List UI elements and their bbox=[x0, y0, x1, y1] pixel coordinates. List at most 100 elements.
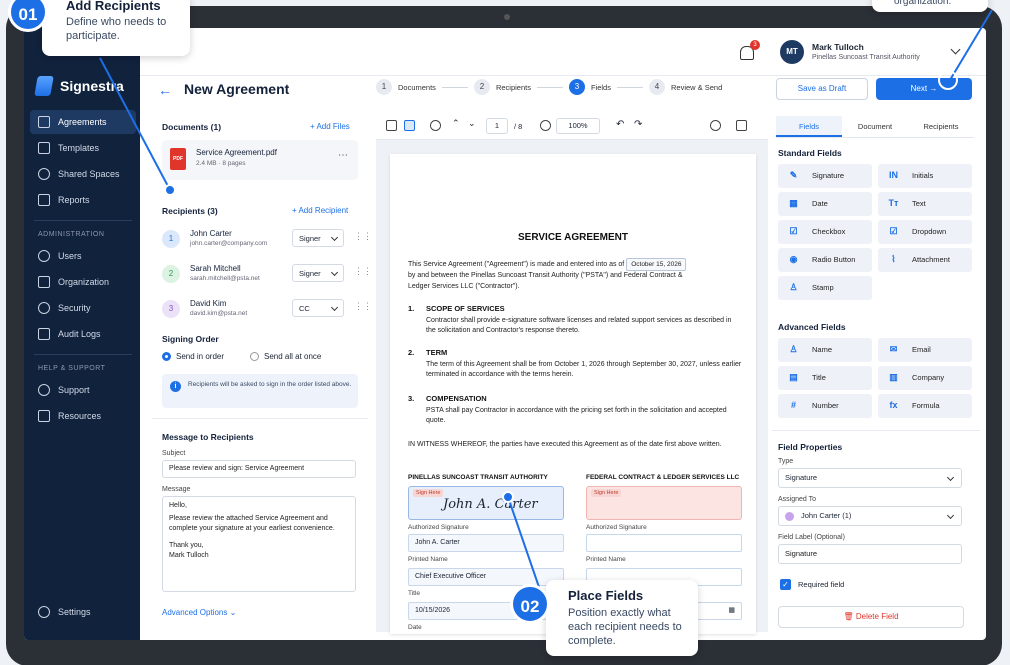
undo-icon[interactable]: ↶ bbox=[616, 119, 624, 130]
subject-input[interactable]: Please review and sign: Service Agreemen… bbox=[162, 460, 356, 478]
signature-field-placed[interactable]: Sign Here John A. Carter bbox=[408, 486, 564, 520]
drag-handle-icon[interactable]: ⋮⋮ bbox=[354, 266, 372, 277]
stepper: 1 Documents 2 Recipients 3 Fields 4 Review &… bbox=[376, 79, 722, 95]
building-icon: ▥ bbox=[889, 372, 898, 382]
tab-fields[interactable]: Fields bbox=[776, 116, 842, 137]
add-recipient-link[interactable]: + Add Recipient bbox=[292, 206, 348, 215]
sign-here-tag: Sign Here bbox=[591, 489, 622, 497]
step-fields[interactable]: 3 Fields bbox=[568, 79, 611, 95]
avatar[interactable]: MT bbox=[780, 40, 804, 64]
rotate-icon[interactable] bbox=[710, 120, 721, 131]
page-total: / 8 bbox=[514, 122, 523, 131]
recipient-role-select[interactable]: Signer bbox=[292, 264, 344, 282]
zoom-in-icon[interactable] bbox=[540, 120, 551, 131]
send-all-radio[interactable]: Send all at once bbox=[250, 352, 321, 362]
advanced-fields-title: Advanced Fields bbox=[778, 322, 846, 332]
sidebar-item-settings[interactable]: Settings bbox=[30, 600, 136, 624]
back-arrow-icon[interactable]: ← bbox=[158, 82, 172, 98]
party-2: FEDERAL CONTRACT & LEDGER SERVICES LLC bbox=[586, 474, 740, 481]
type-select[interactable]: Signature bbox=[778, 468, 962, 488]
send-in-order-radio[interactable]: Send in order bbox=[162, 352, 224, 362]
next-page-icon[interactable]: ⌄ bbox=[468, 118, 476, 129]
sidebar-item-security[interactable]: Security bbox=[30, 296, 136, 320]
pen-icon: ✎ bbox=[789, 170, 798, 180]
email-icon: ✉ bbox=[889, 344, 898, 354]
field-text[interactable]: Tт Text bbox=[878, 192, 972, 216]
drag-handle-icon[interactable]: ⋮⋮ bbox=[354, 231, 372, 242]
printed-name-field[interactable]: John A. Carter bbox=[408, 534, 564, 552]
field-title[interactable]: ▤ Title bbox=[778, 366, 872, 390]
field-formula[interactable]: fx Formula bbox=[878, 394, 972, 418]
assigned-select[interactable]: John Carter (1) bbox=[778, 506, 962, 526]
sidebar-item-shared-spaces[interactable]: Shared Spaces bbox=[30, 162, 136, 186]
sign-here-tag: Sign Here bbox=[413, 489, 444, 497]
standard-fields-title: Standard Fields bbox=[778, 148, 842, 158]
add-files-link[interactable]: + Add Files bbox=[310, 122, 350, 131]
section-number: 2. bbox=[408, 348, 415, 357]
field-dropdown[interactable]: ☑ Dropdown bbox=[878, 220, 972, 244]
message-textarea[interactable]: Hello, Please review the attached Servic… bbox=[162, 496, 356, 592]
chevron-down-icon[interactable] bbox=[950, 44, 961, 55]
field-radio-button[interactable]: ◉ Radio Button bbox=[778, 248, 872, 272]
page-view-icon[interactable] bbox=[386, 120, 397, 131]
divider bbox=[34, 354, 132, 355]
sidebar-item-agreements[interactable]: Agreements bbox=[30, 110, 136, 134]
field-stamp[interactable]: ♙ Stamp bbox=[778, 276, 872, 300]
field-date[interactable]: ▦ Date bbox=[778, 192, 872, 216]
subject-label: Subject bbox=[162, 450, 186, 457]
field-signature[interactable]: ✎ Signature bbox=[778, 164, 872, 188]
signing-order-title: Signing Order bbox=[162, 334, 219, 344]
printed-name-field[interactable] bbox=[586, 534, 742, 552]
document-card[interactable]: PDF Service Agreement.pdf 2.4 MB · 8 pag… bbox=[162, 140, 358, 180]
prev-page-icon[interactable]: ⌃ bbox=[452, 118, 460, 129]
recipient-role-select[interactable]: Signer bbox=[292, 229, 344, 247]
divider bbox=[772, 430, 980, 431]
camera-dot bbox=[504, 14, 510, 20]
sidebar-item-audit-logs[interactable]: Audit Logs bbox=[30, 322, 136, 346]
admin-heading: ADMINISTRATION bbox=[38, 231, 105, 238]
thumbnail-icon[interactable] bbox=[404, 120, 415, 131]
field-company[interactable]: ▥ Company bbox=[878, 366, 972, 390]
field-name[interactable]: ♙ Name bbox=[778, 338, 872, 362]
book-icon bbox=[38, 410, 50, 422]
field-initials[interactable]: IN Initials bbox=[878, 164, 972, 188]
sidebar-item-resources[interactable]: Resources bbox=[30, 404, 136, 428]
page-input[interactable]: 1 bbox=[486, 118, 508, 134]
advanced-options-link[interactable]: Advanced Options ⌄ bbox=[162, 608, 236, 617]
radio-icon: ◉ bbox=[789, 254, 798, 264]
signature-field-empty[interactable]: Sign Here bbox=[586, 486, 742, 520]
brand-name: Signestra bbox=[60, 78, 124, 94]
required-checkbox[interactable]: ✓ bbox=[780, 579, 791, 590]
search-icon[interactable] bbox=[430, 120, 441, 131]
save-draft-button[interactable]: Save as Draft bbox=[776, 78, 868, 100]
field-label-input[interactable]: Signature bbox=[778, 544, 962, 564]
field-number[interactable]: # Number bbox=[778, 394, 872, 418]
callout-text: organization. bbox=[894, 0, 952, 7]
recipient-role-select[interactable]: CC bbox=[292, 299, 344, 317]
step-documents[interactable]: 1 Documents bbox=[376, 79, 436, 95]
sidebar-item-support[interactable]: Support bbox=[30, 378, 136, 402]
sidebar-item-organization[interactable]: Organization bbox=[30, 270, 136, 294]
sidebar-item-templates[interactable]: Templates bbox=[30, 136, 136, 160]
main-nav: Agreements Templates Shared Spaces Repor… bbox=[30, 110, 136, 430]
more-icon[interactable]: ⋯ bbox=[338, 150, 348, 161]
section-heading: SCOPE OF SERVICES bbox=[426, 304, 505, 313]
redo-icon[interactable]: ↷ bbox=[634, 119, 642, 130]
fullscreen-icon[interactable] bbox=[736, 120, 747, 131]
delete-field-button[interactable]: 🗑 Delete Field bbox=[778, 606, 964, 628]
section-text: Contractor shall provide e-signature sof… bbox=[426, 317, 732, 335]
recipient-email: david.kim@psta.net bbox=[190, 310, 248, 317]
sidebar-item-reports[interactable]: Reports bbox=[30, 188, 136, 212]
field-checkbox[interactable]: ☑ Checkbox bbox=[778, 220, 872, 244]
title-field[interactable]: Chief Executive Officer bbox=[408, 568, 564, 586]
sidebar-item-users[interactable]: Users bbox=[30, 244, 136, 268]
zoom-select[interactable]: 100% bbox=[556, 118, 600, 134]
tab-recipients[interactable]: Recipients bbox=[908, 116, 974, 137]
field-attachment[interactable]: ⌇ Attachment bbox=[878, 248, 972, 272]
date-field[interactable]: October 15, 2026 bbox=[626, 258, 687, 272]
step-recipients[interactable]: 2 Recipients bbox=[473, 79, 531, 95]
drag-handle-icon[interactable]: ⋮⋮ bbox=[354, 301, 372, 312]
field-email[interactable]: ✉ Email bbox=[878, 338, 972, 362]
tab-document[interactable]: Document bbox=[842, 116, 908, 137]
step-review-send[interactable]: 4 Review & Send bbox=[648, 79, 722, 95]
